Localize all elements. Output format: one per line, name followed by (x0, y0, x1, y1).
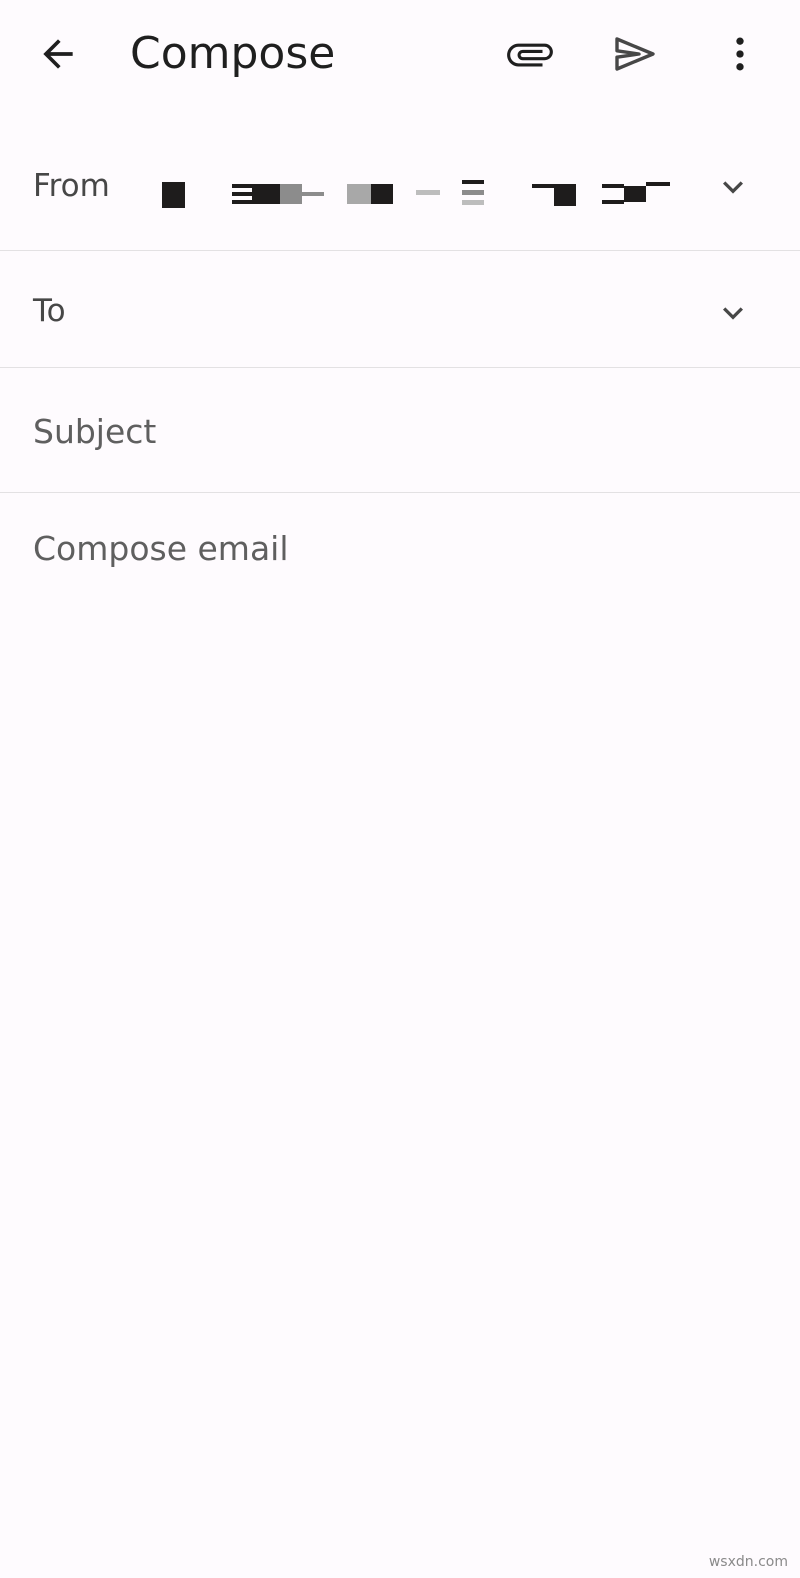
back-button[interactable] (30, 26, 86, 82)
redaction-block (554, 184, 576, 206)
redaction-block (462, 180, 484, 184)
redaction-block (532, 184, 554, 188)
chevron-down-icon (723, 181, 743, 194)
redaction-block (416, 190, 440, 195)
from-row: From (0, 120, 800, 251)
more-vert-icon (736, 37, 744, 71)
more-options-button[interactable] (712, 26, 768, 82)
redaction-block (252, 184, 280, 204)
redaction-block (371, 184, 393, 204)
redaction-block (302, 192, 324, 196)
compose-body-input[interactable] (33, 525, 768, 1525)
page-title: Compose (130, 28, 336, 79)
subject-input[interactable] (33, 404, 753, 458)
to-dropdown-button[interactable] (708, 288, 758, 338)
body-row (0, 493, 800, 1578)
redaction-block (602, 184, 624, 188)
redaction-block (162, 182, 185, 208)
redaction-block (462, 190, 484, 195)
arrow-back-icon (43, 39, 73, 69)
redaction-block (624, 186, 646, 202)
redaction-block (232, 192, 252, 196)
compose-screen: Compose From To Subject Compose email ws… (0, 0, 800, 1578)
redaction-block (462, 200, 484, 205)
to-row: To (0, 251, 800, 368)
watermark: wsxdn.com (708, 1554, 788, 1570)
send-icon (615, 37, 655, 71)
subject-row (0, 368, 800, 493)
redaction-block (232, 184, 252, 188)
redaction-block (232, 200, 252, 204)
redaction-block (646, 182, 670, 186)
redaction-block (347, 184, 371, 204)
from-address-redacted[interactable] (162, 180, 672, 210)
redaction-block (280, 184, 302, 204)
send-button[interactable] (607, 26, 663, 82)
from-dropdown-button[interactable] (708, 162, 758, 212)
attach-button[interactable] (502, 26, 558, 82)
to-input[interactable] (100, 286, 694, 338)
redaction-block (602, 200, 624, 204)
to-label: To (33, 293, 66, 329)
paperclip-icon (507, 43, 553, 67)
chevron-down-icon (723, 307, 743, 320)
top-app-bar: Compose (0, 0, 800, 110)
from-label: From (33, 168, 110, 204)
